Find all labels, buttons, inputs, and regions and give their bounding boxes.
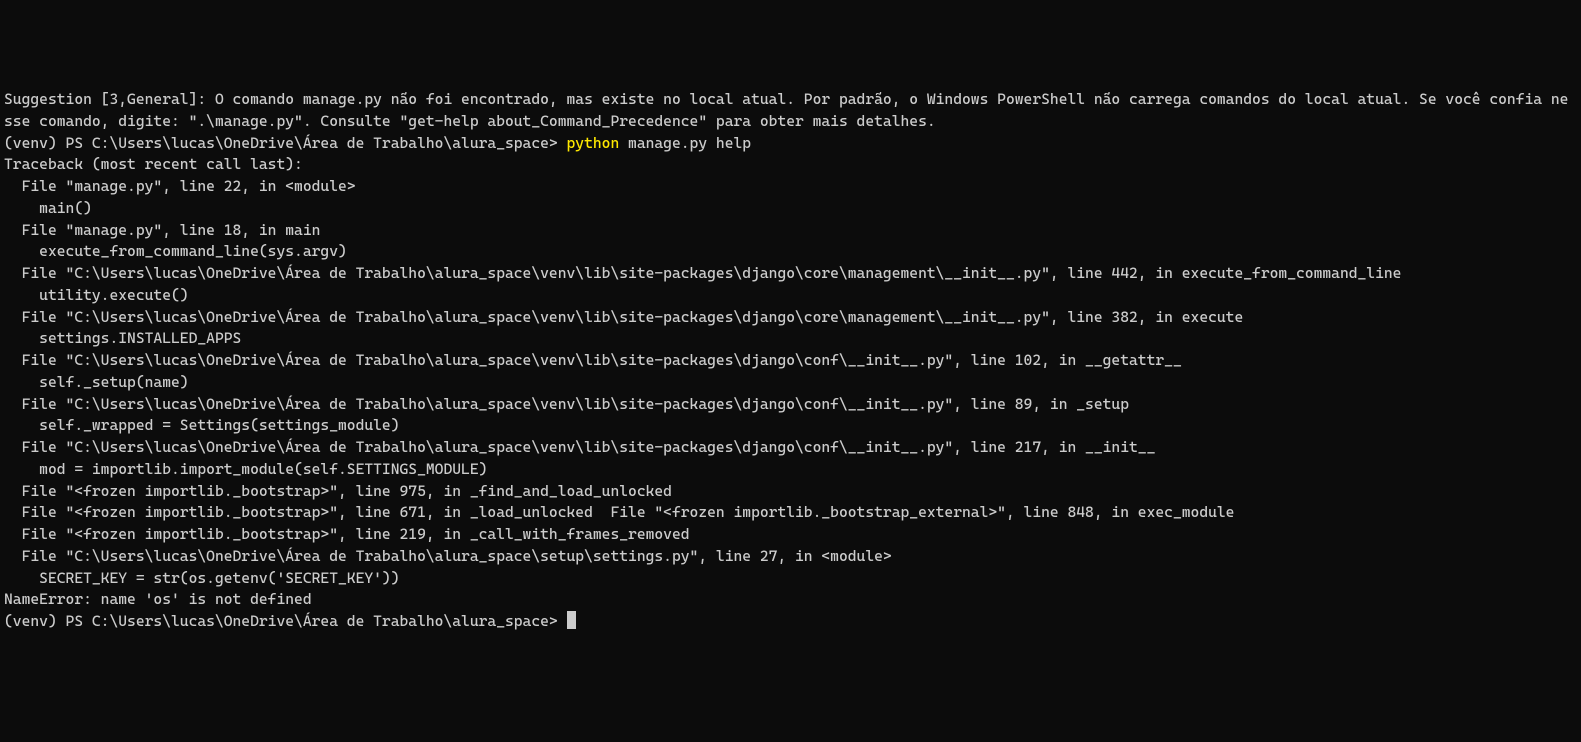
- error-line: NameError: name 'os' is not defined: [4, 589, 1577, 611]
- prompt-prefix: (venv) PS C:\Users\lucas\OneDrive\Área d…: [4, 134, 567, 152]
- suggestion-message: Suggestion [3,General]: O comando manage…: [4, 89, 1577, 133]
- traceback-line: execute_from_command_line(sys.argv): [4, 241, 1577, 263]
- traceback-line: File "manage.py", line 22, in <module>: [4, 176, 1577, 198]
- command-line-2[interactable]: (venv) PS C:\Users\lucas\OneDrive\Área d…: [4, 611, 1577, 633]
- command-rest: manage.py help: [619, 134, 751, 152]
- traceback-line: File "C:\Users\lucas\OneDrive\Área de Tr…: [4, 307, 1577, 329]
- cursor-icon: [567, 611, 576, 629]
- command-highlight: python: [567, 134, 620, 152]
- terminal-output[interactable]: Suggestion [3,General]: O comando manage…: [4, 89, 1577, 633]
- traceback-line: File "C:\Users\lucas\OneDrive\Área de Tr…: [4, 263, 1577, 285]
- traceback-line: SECRET_KEY = str(os.getenv('SECRET_KEY')…: [4, 568, 1577, 590]
- prompt-prefix: (venv) PS C:\Users\lucas\OneDrive\Área d…: [4, 612, 567, 630]
- traceback-line: settings.INSTALLED_APPS: [4, 328, 1577, 350]
- traceback-line: File "C:\Users\lucas\OneDrive\Área de Tr…: [4, 350, 1577, 372]
- traceback-line: File "manage.py", line 18, in main: [4, 220, 1577, 242]
- traceback-line: main(): [4, 198, 1577, 220]
- traceback-line: File "<frozen importlib._bootstrap>", li…: [4, 502, 1577, 524]
- command-line-1: (venv) PS C:\Users\lucas\OneDrive\Área d…: [4, 133, 1577, 155]
- traceback-line: File "C:\Users\lucas\OneDrive\Área de Tr…: [4, 437, 1577, 459]
- traceback-line: self._setup(name): [4, 372, 1577, 394]
- traceback-line: File "C:\Users\lucas\OneDrive\Área de Tr…: [4, 394, 1577, 416]
- traceback-line: utility.execute(): [4, 285, 1577, 307]
- traceback-line: mod = importlib.import_module(self.SETTI…: [4, 459, 1577, 481]
- traceback-line: File "C:\Users\lucas\OneDrive\Área de Tr…: [4, 546, 1577, 568]
- traceback-line: File "<frozen importlib._bootstrap>", li…: [4, 524, 1577, 546]
- traceback-line: File "<frozen importlib._bootstrap>", li…: [4, 481, 1577, 503]
- traceback-line: self._wrapped = Settings(settings_module…: [4, 415, 1577, 437]
- traceback-line: Traceback (most recent call last):: [4, 154, 1577, 176]
